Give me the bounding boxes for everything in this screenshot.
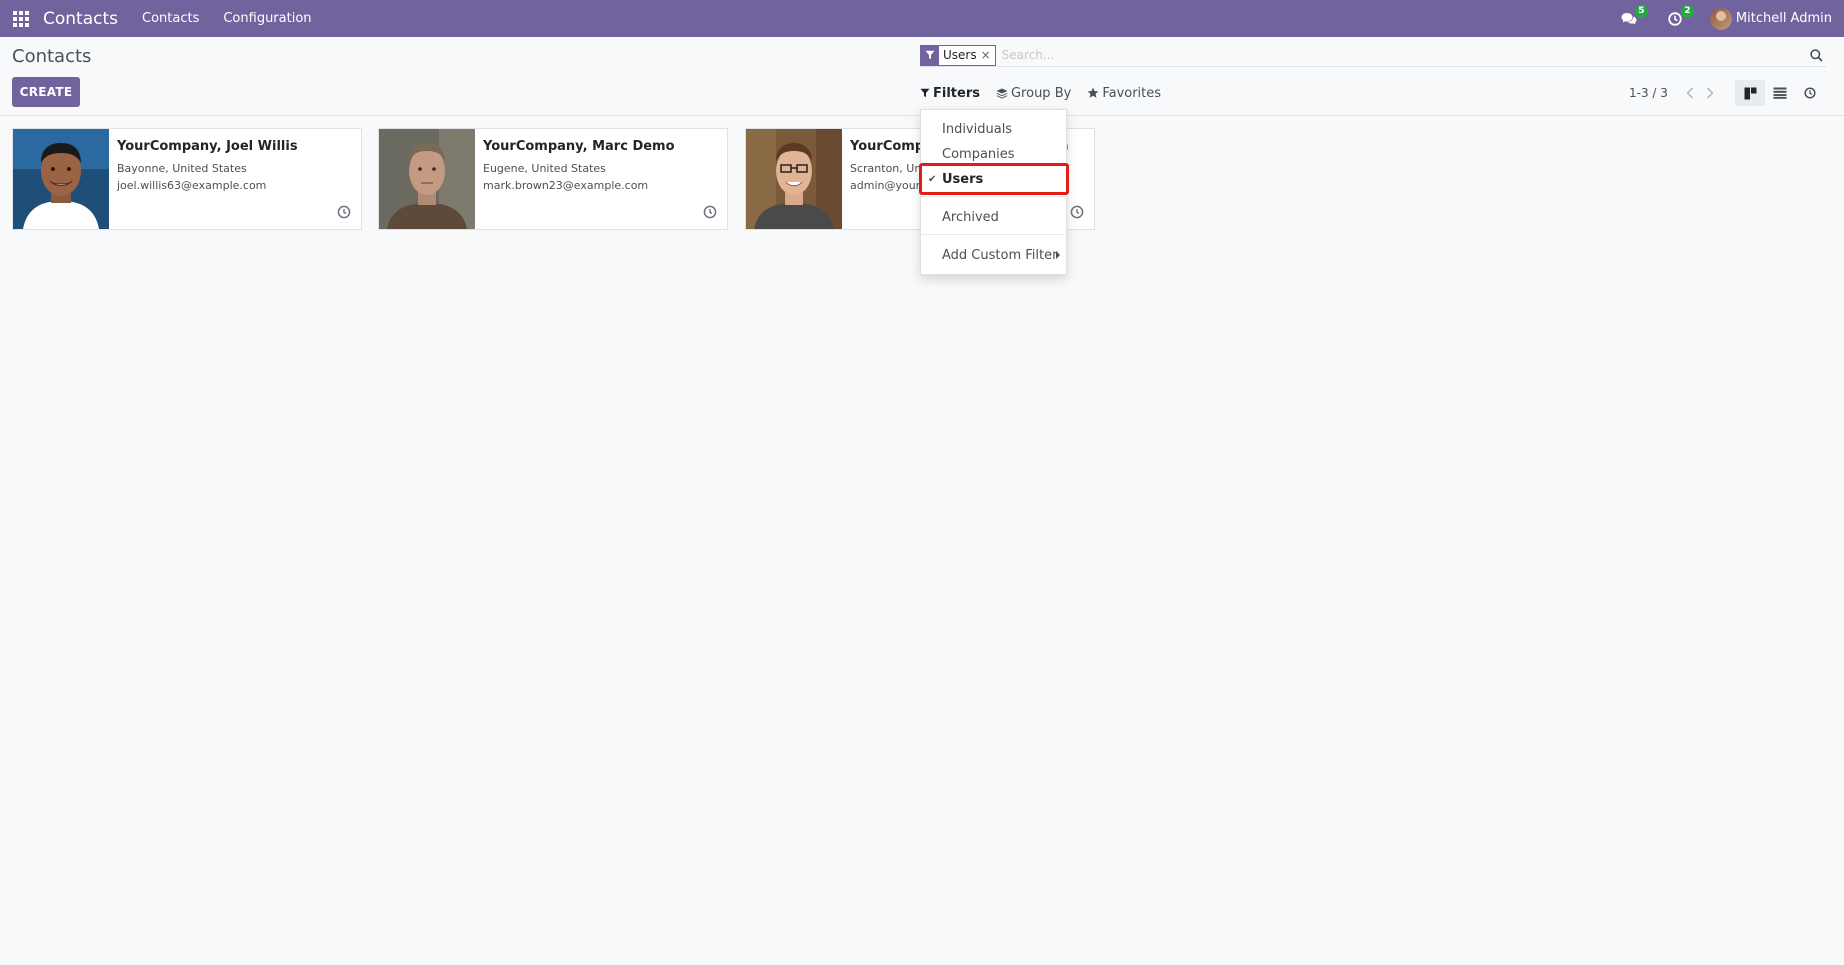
pager-previous-icon[interactable]: [1680, 84, 1700, 102]
filter-option-archived[interactable]: Archived: [921, 205, 1068, 229]
caret-right-icon: [1056, 251, 1060, 259]
favorites-label: Favorites: [1102, 85, 1162, 101]
activities-badge: 2: [1680, 4, 1694, 18]
contact-name: YourCompany, Joel Willis: [117, 139, 298, 154]
add-custom-filter[interactable]: Add Custom Filter: [921, 243, 1068, 267]
kanban-view-icon[interactable]: [1735, 80, 1765, 106]
kanban-card[interactable]: YourCompany, Joel Willis Bayonne, United…: [12, 128, 362, 230]
contact-avatar: [379, 129, 475, 229]
menu-contacts[interactable]: Contacts: [142, 11, 199, 26]
dropdown-divider: [921, 196, 1068, 197]
star-icon: [1087, 87, 1099, 99]
user-name: Mitchell Admin: [1735, 11, 1832, 26]
main-navbar: Contacts Contacts Configuration 5 2 Mitc…: [0, 0, 1844, 37]
contact-avatar: [746, 129, 842, 229]
filter-option-label: Individuals: [942, 121, 1013, 137]
list-view-icon[interactable]: [1765, 80, 1795, 106]
search-input[interactable]: [1001, 44, 1806, 66]
contact-location: Eugene, United States: [483, 162, 606, 175]
apps-menu-icon[interactable]: [13, 10, 29, 27]
activities-button[interactable]: 2: [1664, 4, 1694, 29]
filter-option-users[interactable]: ✔ Users: [921, 167, 1068, 191]
filter-option-label: Archived: [942, 209, 999, 225]
pager: 1-3 / 3: [1629, 84, 1720, 102]
group-by-label: Group By: [1010, 85, 1072, 101]
activity-clock-icon[interactable]: [703, 205, 717, 219]
filter-option-label: Users: [942, 171, 984, 187]
contact-avatar: [13, 129, 109, 229]
filters-label: Filters: [933, 85, 980, 101]
search-icon[interactable]: [1806, 45, 1826, 65]
facet-value: Users: [943, 48, 977, 62]
user-avatar: [1709, 7, 1732, 30]
search-options-bar: Filters Group By Favorites: [920, 84, 1177, 102]
clock-icon: [1668, 11, 1682, 26]
layers-icon: [996, 88, 1008, 99]
pager-next-icon[interactable]: [1700, 84, 1720, 102]
app-brand[interactable]: Contacts: [43, 9, 118, 29]
filter-option-individuals[interactable]: Individuals: [921, 117, 1068, 141]
group-by-toggle[interactable]: Group By: [996, 86, 1071, 101]
menu-configuration[interactable]: Configuration: [223, 11, 311, 26]
kanban-card[interactable]: YourCompany, Marc Demo Eugene, United St…: [378, 128, 728, 230]
create-button[interactable]: CREATE: [12, 77, 80, 107]
activity-clock-icon[interactable]: [337, 205, 351, 219]
facet-remove-icon[interactable]: ×: [981, 48, 995, 62]
filter-icon: [921, 45, 939, 65]
filter-icon: [920, 88, 930, 98]
pager-value[interactable]: 1-3 / 3: [1629, 86, 1668, 100]
filters-dropdown: Individuals Companies ✔ Users Archived A…: [920, 109, 1068, 275]
search-bar: Users ×: [920, 44, 1826, 67]
user-menu[interactable]: Mitchell Admin: [1709, 7, 1832, 30]
favorites-toggle[interactable]: Favorites: [1087, 86, 1161, 101]
filter-option-label: Add Custom Filter: [942, 247, 1058, 263]
activity-view-icon[interactable]: [1795, 80, 1825, 106]
contact-name: YourCompany, Marc Demo: [483, 139, 675, 154]
contact-email: mark.brown23@example.com: [483, 179, 649, 192]
check-icon: ✔: [928, 173, 937, 185]
activity-clock-icon[interactable]: [1070, 205, 1084, 219]
messages-button[interactable]: 5: [1618, 4, 1648, 29]
contact-email: joel.willis63@example.com: [117, 179, 267, 192]
dropdown-divider: [921, 234, 1068, 235]
filters-toggle[interactable]: Filters: [920, 86, 980, 101]
messages-badge: 5: [1634, 4, 1648, 18]
contact-location: Bayonne, United States: [117, 162, 247, 175]
search-facet-users: Users ×: [920, 44, 996, 66]
page-title: Contacts: [12, 46, 92, 67]
view-switcher: [1735, 80, 1825, 106]
filter-option-companies[interactable]: Companies: [921, 142, 1068, 166]
filter-option-label: Companies: [942, 146, 1015, 162]
